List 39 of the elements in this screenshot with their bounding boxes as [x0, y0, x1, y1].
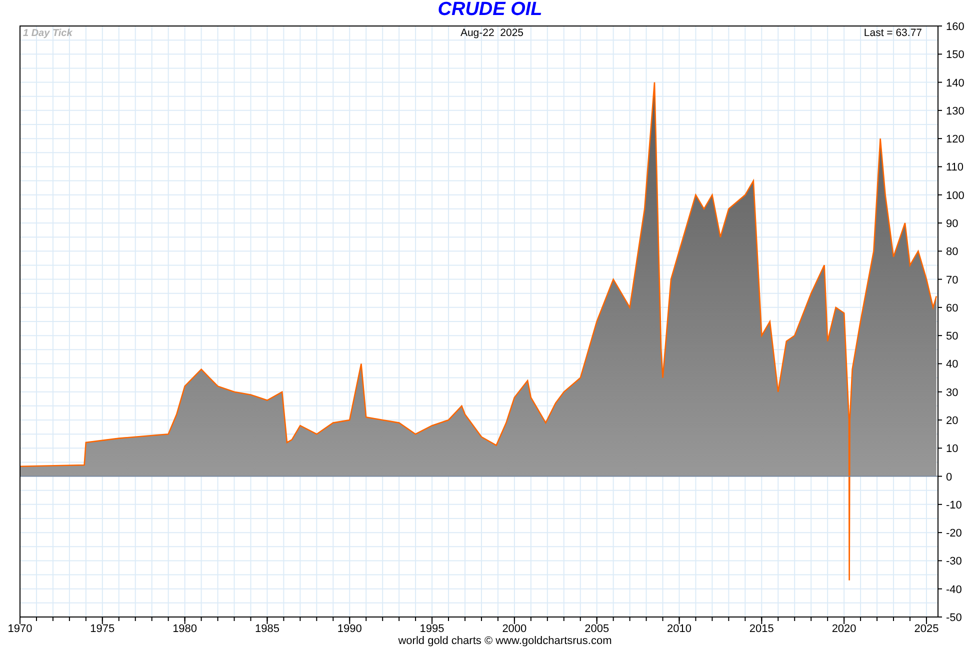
y-tick-label: 100 [946, 190, 964, 202]
y-tick-label: 90 [946, 218, 958, 230]
y-tick-label: 130 [946, 105, 964, 118]
y-tick-label: -20 [946, 528, 962, 540]
y-tick-label: 50 [946, 330, 958, 343]
x-tick-label: 1985 [254, 623, 280, 635]
y-tick-label: 70 [946, 274, 958, 286]
y-tick-label: 150 [946, 49, 964, 62]
x-tick-label: 2010 [667, 623, 692, 635]
y-tick-label: 110 [946, 162, 964, 174]
y-tick-label: 120 [946, 134, 964, 146]
y-tick-label: 80 [946, 246, 958, 258]
y-tick-label: 40 [946, 358, 958, 371]
chart-title: CRUDE OIL [438, 0, 542, 20]
y-tick-label: 140 [946, 77, 964, 90]
x-tick-label: 1970 [8, 623, 32, 635]
x-tick-label: 2020 [832, 623, 856, 635]
y-tick-label: -40 [946, 584, 962, 596]
x-tick-label: 2025 [914, 623, 939, 635]
x-tick-label: 1975 [90, 623, 115, 635]
y-tick-label: -50 [946, 612, 962, 624]
x-tick-label: 2005 [584, 623, 610, 635]
date-label: Aug-22 2025 [460, 27, 524, 39]
x-tick-label: 1980 [172, 623, 198, 635]
last-price-label: Last = 63.77 [864, 27, 922, 39]
x-tick-label: 2000 [502, 623, 527, 635]
y-tick-label: 160 [946, 21, 964, 33]
y-tick-label: -30 [946, 556, 962, 568]
interval-label: 1 Day Tick [23, 28, 72, 39]
y-tick-label: 10 [946, 443, 958, 456]
x-tick-label: 1995 [420, 623, 444, 635]
y-tick-label: -10 [946, 499, 962, 512]
footer-credit: world gold charts © www.goldchartsrus.com [398, 634, 612, 649]
x-tick-label: 2015 [749, 623, 774, 635]
x-tick-label: 1990 [337, 623, 362, 635]
y-tick-label: 20 [946, 415, 958, 427]
y-tick-label: 60 [946, 302, 958, 314]
y-tick-label: 0 [946, 471, 952, 484]
y-tick-label: 30 [946, 386, 958, 399]
